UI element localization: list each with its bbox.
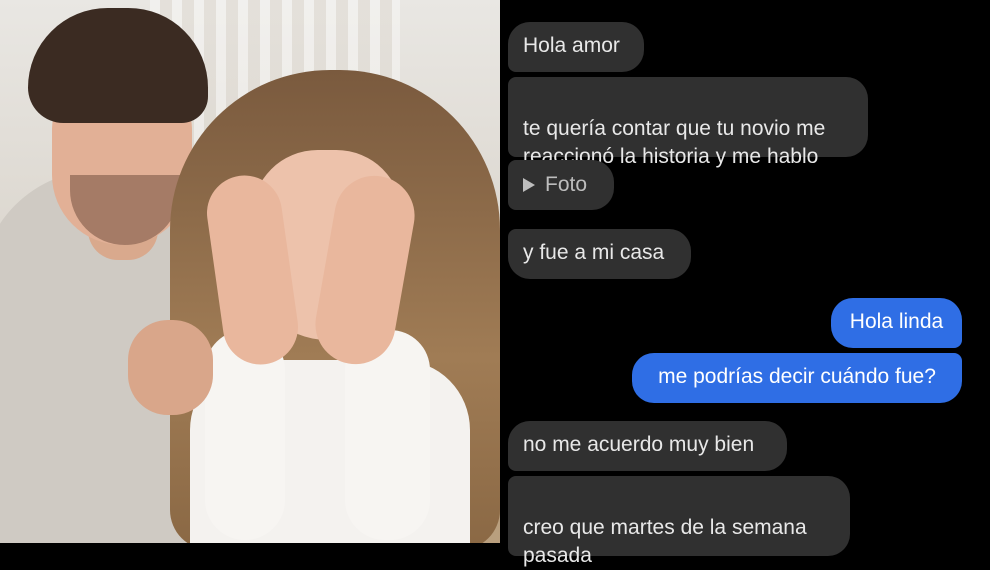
message-text: me podrías decir cuándo fue? [658,365,936,388]
message-text: creo que martes de la semana pasada [523,516,807,567]
message-bubble-incoming[interactable]: Hola amor [508,22,644,72]
message-text: Hola linda [849,310,944,333]
message-text: Hola amor [523,34,620,57]
message-bubble-outgoing[interactable]: me podrías decir cuándo fue? [632,353,962,403]
message-text: y fue a mi casa [523,241,665,264]
message-bubble-incoming[interactable]: no me acuerdo muy bien [508,421,787,471]
message-bubble-incoming[interactable]: y fue a mi casa [508,229,691,279]
man-hand-on-shoulder [128,320,213,415]
couple-photo [0,0,500,543]
message-bubble-outgoing[interactable]: Hola linda [831,298,962,348]
message-bubble-incoming[interactable]: te quería contar que tu novio me reaccio… [508,77,868,168]
message-bubble-incoming[interactable]: creo que martes de la semana pasada [508,476,850,567]
chat-thread: Hola amor te quería contar que tu novio … [500,0,990,567]
message-text: no me acuerdo muy bien [523,433,755,456]
play-icon [523,178,535,192]
attachment-label: Foto [545,173,588,196]
screen: Hola amor te quería contar que tu novio … [0,0,990,567]
photo-attachment-bubble[interactable]: Foto [508,160,614,210]
